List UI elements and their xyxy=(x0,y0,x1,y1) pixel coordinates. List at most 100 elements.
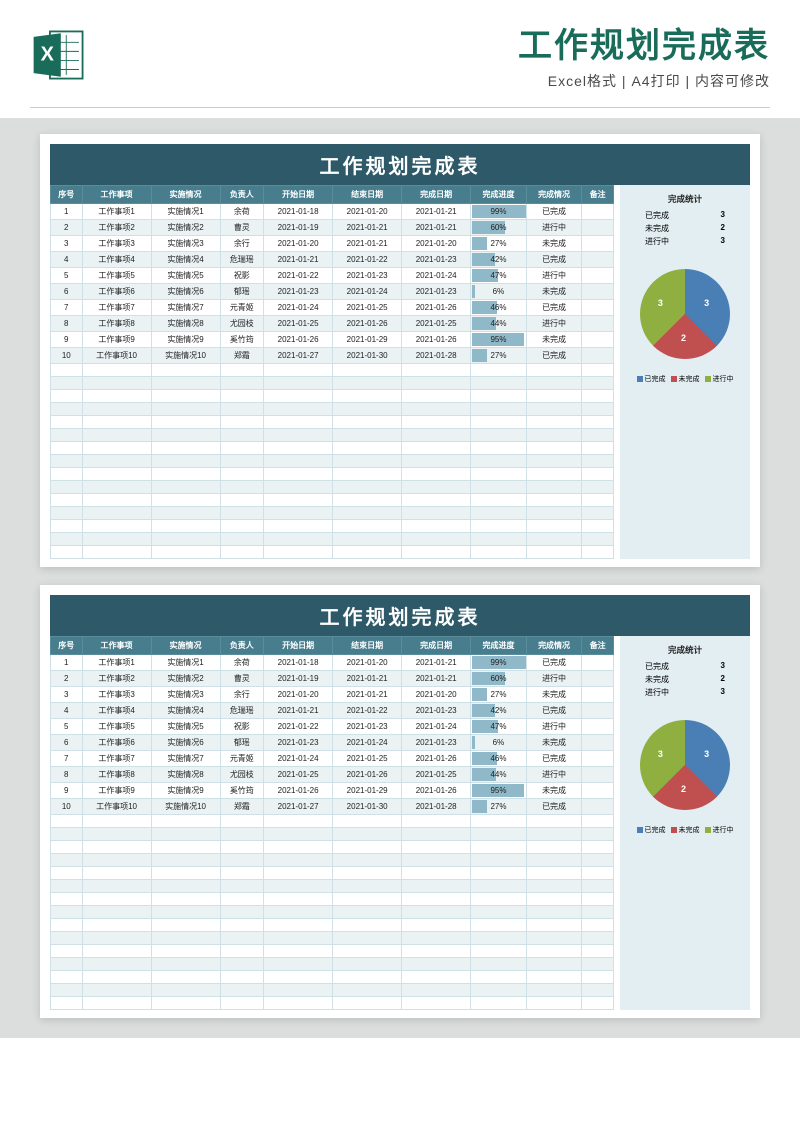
cell xyxy=(582,783,614,799)
progress-cell: 46% xyxy=(471,751,527,767)
cell: 未完成 xyxy=(526,735,582,751)
cell: 7 xyxy=(51,751,83,767)
cell: 实施情况3 xyxy=(151,687,220,703)
cell: 工作事项10 xyxy=(82,799,151,815)
progress-cell: 60% xyxy=(471,220,527,236)
cell: 余行 xyxy=(220,236,264,252)
progress-cell: 6% xyxy=(471,735,527,751)
legend-item: 未完成 xyxy=(671,825,700,835)
table-row: 10工作事项10实施情况10郑霜2021-01-272021-01-302021… xyxy=(51,799,614,815)
cell: 2 xyxy=(51,220,83,236)
cell: 已完成 xyxy=(526,751,582,767)
cell: 工作事项7 xyxy=(82,300,151,316)
cell: 2021-01-24 xyxy=(333,284,402,300)
cell xyxy=(582,348,614,364)
cell: 工作事项2 xyxy=(82,671,151,687)
cell: 已完成 xyxy=(526,655,582,671)
table-row: 8工作事项8实施情况8尤园枝2021-01-252021-01-262021-0… xyxy=(51,767,614,783)
cell: 实施情况2 xyxy=(151,671,220,687)
pie-legend: 已完成未完成进行中 xyxy=(637,374,734,384)
column-header: 结束日期 xyxy=(333,637,402,655)
progress-cell: 46% xyxy=(471,300,527,316)
cell xyxy=(582,703,614,719)
progress-cell: 44% xyxy=(471,316,527,332)
cell: 2021-01-23 xyxy=(402,735,471,751)
cell: 2021-01-22 xyxy=(264,268,333,284)
cell: 实施情况2 xyxy=(151,220,220,236)
table-row: 7工作事项7实施情况7元青姬2021-01-242021-01-252021-0… xyxy=(51,751,614,767)
table-row-empty xyxy=(51,841,614,854)
progress-cell: 47% xyxy=(471,268,527,284)
cell: 2021-01-20 xyxy=(402,236,471,252)
progress-cell: 60% xyxy=(471,671,527,687)
cell: 进行中 xyxy=(526,671,582,687)
progress-cell: 27% xyxy=(471,348,527,364)
cell xyxy=(582,735,614,751)
stat-row: 未完成2 xyxy=(645,674,725,685)
table-row-empty xyxy=(51,494,614,507)
cell: 2021-01-23 xyxy=(402,252,471,268)
cell: 10 xyxy=(51,799,83,815)
page-header: X 工作规划完成表 Excel格式 | A4打印 | 内容可修改 xyxy=(0,0,800,103)
cell: 工作事项3 xyxy=(82,236,151,252)
table-row: 1工作事项1实施情况1余荷2021-01-182021-01-202021-01… xyxy=(51,204,614,220)
cell: 工作事项6 xyxy=(82,284,151,300)
cell: 2 xyxy=(51,671,83,687)
cell: 未完成 xyxy=(526,236,582,252)
pie-legend: 已完成未完成进行中 xyxy=(637,825,734,835)
cell: 2021-01-21 xyxy=(264,252,333,268)
cell: 2021-01-22 xyxy=(333,703,402,719)
cell xyxy=(582,220,614,236)
column-header: 负责人 xyxy=(220,186,264,204)
legend-item: 进行中 xyxy=(705,825,734,835)
cell: 2021-01-25 xyxy=(333,300,402,316)
cell: 2021-01-19 xyxy=(264,220,333,236)
column-header: 工作事项 xyxy=(82,637,151,655)
cell: 实施情况4 xyxy=(151,703,220,719)
table-row-empty xyxy=(51,429,614,442)
table-row-empty xyxy=(51,507,614,520)
cell: 2021-01-25 xyxy=(402,316,471,332)
cell: 工作事项5 xyxy=(82,268,151,284)
cell: 2021-01-19 xyxy=(264,671,333,687)
cell: 2021-01-25 xyxy=(264,316,333,332)
progress-cell: 44% xyxy=(471,767,527,783)
table-row: 2工作事项2实施情况2曹灵2021-01-192021-01-212021-01… xyxy=(51,220,614,236)
cell: 危瑞瑶 xyxy=(220,703,264,719)
cell: 工作事项1 xyxy=(82,655,151,671)
table-row: 3工作事项3实施情况3余行2021-01-202021-01-212021-01… xyxy=(51,687,614,703)
column-header: 实施情况 xyxy=(151,637,220,655)
cell: 2021-01-20 xyxy=(333,655,402,671)
table-row-empty xyxy=(51,377,614,390)
cell xyxy=(582,687,614,703)
cell: 进行中 xyxy=(526,316,582,332)
stats-title: 完成统计 xyxy=(668,644,702,656)
column-header: 完成日期 xyxy=(402,186,471,204)
excel-icon: X xyxy=(30,26,88,84)
cell: 4 xyxy=(51,252,83,268)
table-row: 5工作事项5实施情况5祝影2021-01-222021-01-232021-01… xyxy=(51,719,614,735)
cell: 2021-01-24 xyxy=(264,300,333,316)
table-row: 9工作事项9实施情况9奚竹筠2021-01-262021-01-292021-0… xyxy=(51,332,614,348)
cell: 余荷 xyxy=(220,655,264,671)
cell: 2021-01-24 xyxy=(402,268,471,284)
divider xyxy=(30,107,770,108)
table-row-empty xyxy=(51,455,614,468)
cell: 2021-01-23 xyxy=(402,284,471,300)
stat-row: 未完成2 xyxy=(645,223,725,234)
pie-chart: 323 xyxy=(635,264,735,364)
cell: 2021-01-18 xyxy=(264,204,333,220)
legend-item: 进行中 xyxy=(705,374,734,384)
progress-cell: 6% xyxy=(471,284,527,300)
stat-row: 进行中3 xyxy=(645,236,725,247)
pie-slice-label: 2 xyxy=(681,333,686,343)
table-row-empty xyxy=(51,533,614,546)
cell: 尤园枝 xyxy=(220,767,264,783)
cell: 2021-01-27 xyxy=(264,799,333,815)
cell: 2021-01-21 xyxy=(333,671,402,687)
sheet-preview-2: 工作规划完成表序号工作事项实施情况负责人开始日期结束日期完成日期完成进度完成情况… xyxy=(40,585,760,1018)
table-row: 4工作事项4实施情况4危瑞瑶2021-01-212021-01-222021-0… xyxy=(51,252,614,268)
cell: 2021-01-26 xyxy=(402,300,471,316)
pie-slice-label: 3 xyxy=(658,298,663,308)
legend-item: 已完成 xyxy=(637,374,666,384)
